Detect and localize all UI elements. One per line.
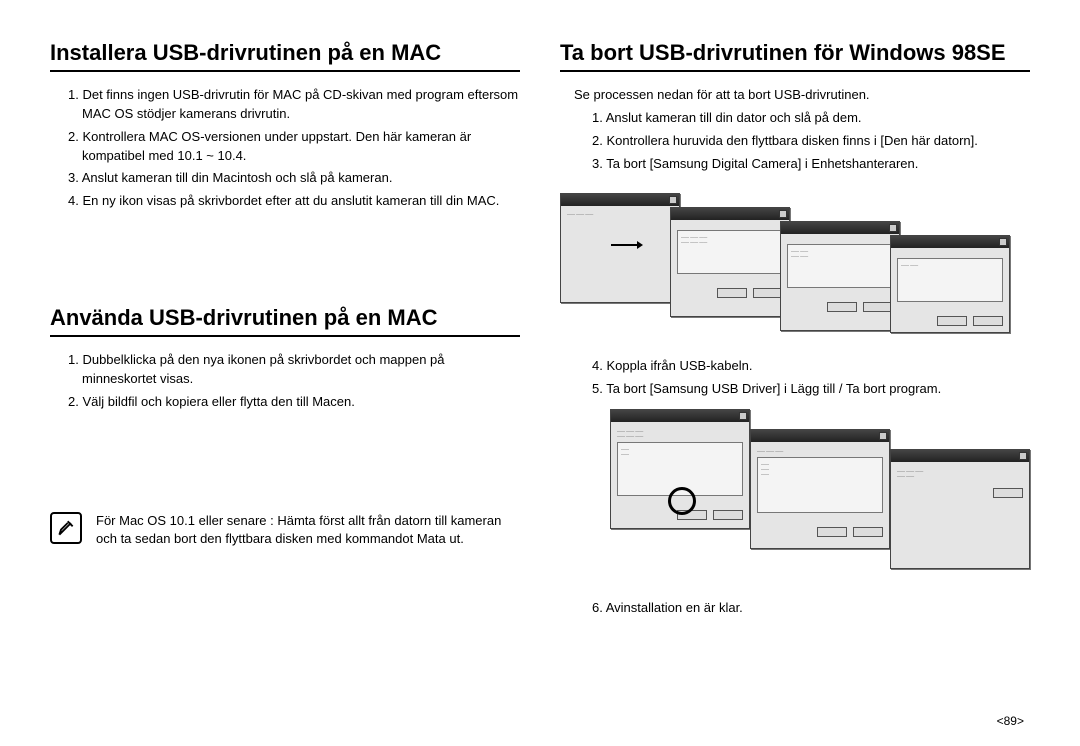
dialog-screenshot: —— —— ————————: [750, 429, 890, 549]
list-item: 1. Dubbelklicka på den nya ikonen på skr…: [64, 351, 520, 389]
list-item: 4. En ny ikon visas på skrivbordet efter…: [64, 192, 520, 211]
note-icon: [50, 512, 82, 544]
right-column: Ta bort USB-drivrutinen för Windows 98SE…: [560, 40, 1030, 726]
list-item: 5. Ta bort [Samsung USB Driver] i Lägg t…: [588, 380, 1030, 399]
dialog-screenshot: —— ———— ——: [780, 221, 900, 331]
list-item: 1. Det finns ingen USB-drivrutin för MAC…: [64, 86, 520, 124]
list-item: 4. Koppla ifrån USB-kabeln.: [588, 357, 1030, 376]
list-item: 6. Avinstallation en är klar.: [588, 599, 1030, 618]
use-mac-list: 1. Dubbelklicka på den nya ikonen på skr…: [50, 351, 520, 412]
install-mac-list: 1. Det finns ingen USB-drivrutin för MAC…: [50, 86, 520, 211]
note-block: För Mac OS 10.1 eller senare : Hämta för…: [50, 512, 520, 550]
dialog-screenshot: —— —— ——: [560, 193, 680, 303]
intro-text: Se processen nedan för att ta bort USB-d…: [560, 86, 1030, 105]
remove-list-1: 1. Anslut kameran till din dator och slå…: [560, 109, 1030, 174]
heading-remove-win98: Ta bort USB-drivrutinen för Windows 98SE: [560, 40, 1030, 72]
screenshot-row-2: —— —— ———— —— —————— —— —— ———————— —— —…: [560, 409, 1030, 579]
note-text: För Mac OS 10.1 eller senare : Hämta för…: [96, 512, 520, 550]
page-number: <89>: [997, 714, 1024, 728]
list-item: 2. Välj bildfil och kopiera eller flytta…: [64, 393, 520, 412]
page-root: Installera USB-drivrutinen på en MAC 1. …: [0, 0, 1080, 746]
heading-use-mac: Använda USB-drivrutinen på en MAC: [50, 305, 520, 337]
list-item: 1. Anslut kameran till din dator och slå…: [588, 109, 1030, 128]
list-item: 2. Kontrollera MAC OS-versionen under up…: [64, 128, 520, 166]
list-item: 3. Anslut kameran till din Macintosh och…: [64, 169, 520, 188]
list-item: 3. Ta bort [Samsung Digital Camera] i En…: [588, 155, 1030, 174]
remove-list-2: 4. Koppla ifrån USB-kabeln. 5. Ta bort […: [560, 357, 1030, 399]
screenshot-row-1: —— —— —— —— —— ———— —— —— —— ———— —— —— …: [560, 193, 1030, 333]
left-column: Installera USB-drivrutinen på en MAC 1. …: [50, 40, 520, 726]
list-item: 2. Kontrollera huruvida den flyttbara di…: [588, 132, 1030, 151]
dialog-screenshot: —— ——: [890, 235, 1010, 333]
remove-list-3: 6. Avinstallation en är klar.: [560, 599, 1030, 618]
heading-install-mac: Installera USB-drivrutinen på en MAC: [50, 40, 520, 72]
highlight-circle-icon: [668, 487, 696, 515]
dialog-screenshot: —— —— ———— ——: [890, 449, 1030, 569]
dialog-screenshot: —— —— ———— —— ——: [670, 207, 790, 317]
